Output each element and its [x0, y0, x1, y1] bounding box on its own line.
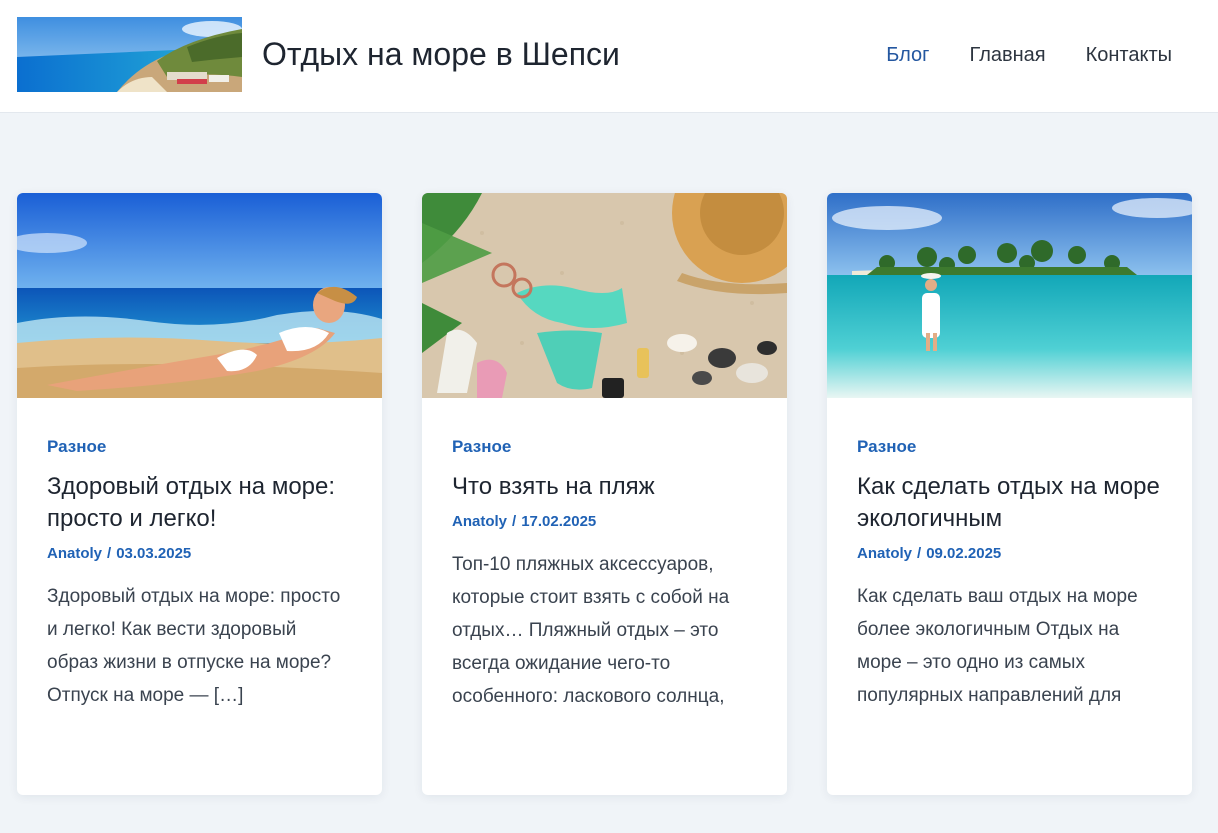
post-title[interactable]: Что взять на пляж: [452, 471, 757, 503]
post-title[interactable]: Как сделать отдых на море экологичным: [857, 471, 1162, 535]
post-title[interactable]: Здоровый отдых на море: просто и легко!: [47, 471, 352, 535]
post-excerpt: Топ-10 пляжных аксессуаров, которые стои…: [452, 554, 730, 707]
coastline-photo-icon: [17, 17, 242, 92]
tropical-island-photo-icon[interactable]: [827, 193, 1192, 398]
post-card: Разное Здоровый отдых на море: просто и …: [17, 193, 382, 795]
meta-separator: /: [107, 545, 112, 562]
meta-separator: /: [917, 545, 922, 562]
beach-accessories-photo-icon[interactable]: [422, 193, 787, 398]
site-header: Отдых на море в Шепси Блог Главная Конта…: [0, 0, 1218, 113]
post-category[interactable]: Разное: [47, 437, 106, 457]
meta-separator: /: [512, 513, 517, 530]
post-excerpt: Здоровый отдых на море: просто и легко! …: [47, 586, 341, 706]
post-date[interactable]: 03.03.2025: [116, 545, 191, 562]
post-excerpt: Как сделать ваш отдых на море более экол…: [857, 586, 1138, 706]
post-date[interactable]: 17.02.2025: [521, 513, 596, 530]
post-author[interactable]: Anatoly: [47, 545, 102, 562]
main-nav: Блог Главная Контакты: [886, 44, 1172, 67]
sunbathing-woman-photo-icon[interactable]: [17, 193, 382, 398]
site-title[interactable]: Отдых на море в Шепси: [262, 36, 620, 73]
post-card: Разное Что взять на пляж Anatoly /17.02.2…: [422, 193, 787, 795]
post-date[interactable]: 09.02.2025: [926, 545, 1001, 562]
nav-item-contacts[interactable]: Контакты: [1086, 44, 1172, 67]
post-card: Разное Как сделать отдых на море экологи…: [827, 193, 1192, 795]
nav-item-home[interactable]: Главная: [969, 44, 1045, 67]
site-logo[interactable]: [17, 17, 242, 92]
post-author[interactable]: Anatoly: [452, 513, 507, 530]
post-meta: Anatoly /03.03.2025: [47, 545, 352, 562]
nav-item-blog[interactable]: Блог: [886, 44, 929, 67]
post-meta: Anatoly /17.02.2025: [452, 513, 757, 530]
post-author[interactable]: Anatoly: [857, 545, 912, 562]
post-category[interactable]: Разное: [857, 437, 916, 457]
post-category[interactable]: Разное: [452, 437, 511, 457]
post-meta: Anatoly /09.02.2025: [857, 545, 1162, 562]
